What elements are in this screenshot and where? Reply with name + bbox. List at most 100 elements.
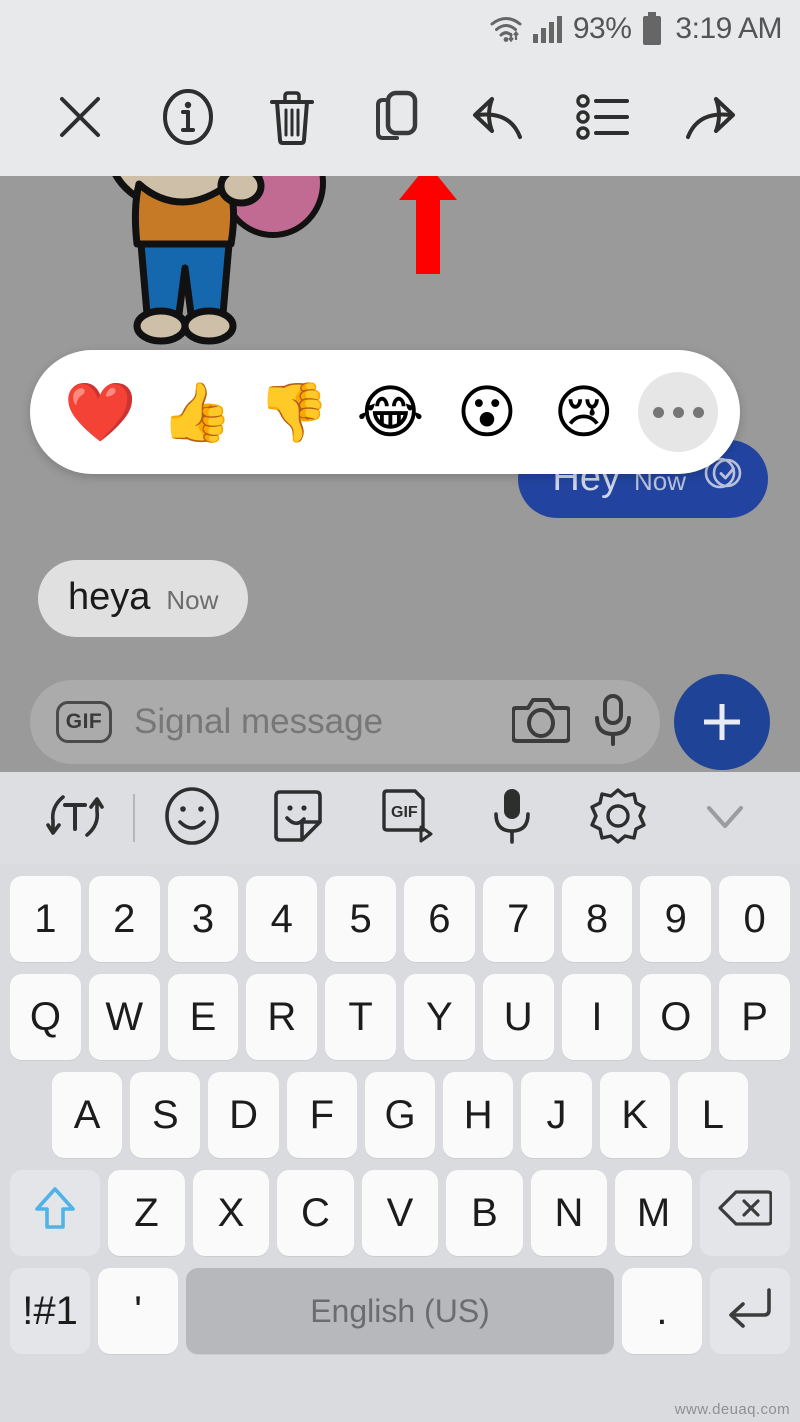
sticker-tool-button[interactable] (245, 786, 352, 851)
gif-icon: GIF (377, 786, 433, 851)
key-s[interactable]: S (130, 1072, 201, 1158)
period-key[interactable]: . (621, 1268, 702, 1354)
key-5[interactable]: 5 (325, 876, 396, 962)
key-9[interactable]: 9 (640, 876, 712, 962)
wifi-icon (489, 14, 523, 44)
key-4[interactable]: 4 (246, 876, 318, 962)
key-0[interactable]: 0 (719, 876, 790, 962)
forward-button[interactable] (656, 58, 760, 176)
status-bar: 93% 3:19 AM (0, 0, 800, 58)
key-3[interactable]: 3 (167, 876, 239, 962)
toolbar-divider (132, 794, 135, 842)
keyboard-row-numbers: 1 2 3 4 5 6 7 8 9 0 (4, 870, 796, 968)
key-2[interactable]: 2 (88, 876, 160, 962)
key-l[interactable]: L (677, 1072, 748, 1158)
key-c[interactable]: C (277, 1170, 354, 1256)
crying-reaction[interactable]: 😢 (535, 383, 632, 441)
laughing-reaction[interactable]: 😂 (342, 383, 439, 441)
on-screen-keyboard: G I F 1 2 3 4 5 6 7 8 9 0 Q W E R T Y U I … (0, 772, 800, 1422)
key-8[interactable]: 8 (561, 876, 633, 962)
dot-icon (672, 406, 684, 418)
gear-icon (589, 786, 647, 851)
key-q[interactable]: Q (10, 974, 81, 1060)
close-button[interactable] (40, 58, 136, 176)
key-j[interactable]: J (521, 1072, 592, 1158)
symbols-key[interactable]: !#1 (10, 1268, 91, 1354)
key-h[interactable]: H (443, 1072, 514, 1158)
voice-input-tool-button[interactable] (458, 786, 565, 851)
key-f[interactable]: F (286, 1072, 357, 1158)
cellular-signal-icon (532, 15, 563, 43)
incoming-message-bubble[interactable]: heya Now (38, 560, 249, 637)
camera-icon[interactable] (511, 696, 571, 749)
chevron-down-icon (701, 796, 749, 841)
compose-bar: GIF Signal message (0, 672, 800, 772)
action-toolbar (0, 58, 800, 176)
plus-icon (704, 704, 740, 740)
key-6[interactable]: 6 (404, 876, 475, 962)
key-o[interactable]: O (640, 974, 712, 1060)
info-circle-icon (161, 88, 215, 146)
shift-key[interactable] (9, 1170, 101, 1256)
reaction-picker-bar[interactable]: ❤️ 👍 👎 😂 😮 😢 (30, 350, 740, 474)
microphone-icon[interactable] (592, 693, 634, 751)
key-k[interactable]: K (599, 1072, 670, 1158)
key-z[interactable]: Z (108, 1170, 185, 1256)
battery-percent-label: 93% (572, 12, 632, 45)
message-input-field[interactable]: GIF Signal message (30, 680, 660, 764)
key-w[interactable]: W (88, 974, 160, 1060)
translate-tool-button[interactable] (22, 787, 129, 850)
close-icon (54, 91, 106, 143)
annotation-arrow-icon (395, 176, 461, 274)
thumbs-down-reaction[interactable]: 👎 (245, 383, 342, 441)
message-timestamp: Now (166, 585, 219, 615)
key-b[interactable]: B (446, 1170, 523, 1256)
battery-icon (641, 12, 663, 46)
key-x[interactable]: X (192, 1170, 270, 1256)
gif-tool-button[interactable]: GIF (352, 786, 459, 851)
apostrophe-key[interactable]: ' (98, 1268, 179, 1354)
surprised-reaction[interactable]: 😮 (439, 383, 536, 441)
backspace-key[interactable] (699, 1170, 791, 1256)
reply-arrow-icon (470, 91, 530, 143)
copy-button[interactable] (344, 58, 448, 176)
key-i[interactable]: I (561, 974, 633, 1060)
key-a[interactable]: A (52, 1072, 123, 1158)
key-v[interactable]: V (361, 1170, 439, 1256)
thumbs-up-reaction[interactable]: 👍 (149, 383, 246, 441)
delete-button[interactable] (240, 58, 344, 176)
reply-button[interactable] (448, 58, 552, 176)
bullet-list-icon (575, 94, 633, 140)
key-1[interactable]: 1 (10, 876, 81, 962)
attachment-add-button[interactable] (674, 674, 770, 770)
more-reactions-button[interactable] (638, 372, 719, 452)
key-r[interactable]: R (246, 974, 318, 1060)
emoji-tool-button[interactable] (139, 786, 246, 851)
key-n[interactable]: N (530, 1170, 608, 1256)
enter-key[interactable] (710, 1268, 791, 1354)
forward-arrow-icon (678, 91, 738, 143)
dot-icon (652, 406, 664, 418)
key-7[interactable]: 7 (482, 876, 554, 962)
key-g[interactable]: G (364, 1072, 436, 1158)
svg-text:GIF: GIF (391, 804, 418, 821)
clock-label: 3:19 AM (675, 12, 782, 45)
copy-icon (369, 88, 423, 146)
key-e[interactable]: E (167, 974, 239, 1060)
microphone-icon (489, 786, 535, 851)
details-button[interactable] (552, 58, 656, 176)
keyboard-settings-tool-button[interactable] (565, 786, 672, 851)
backspace-icon (718, 1188, 773, 1238)
key-y[interactable]: Y (404, 974, 475, 1060)
key-d[interactable]: D (208, 1072, 279, 1158)
key-p[interactable]: P (719, 974, 790, 1060)
space-key[interactable]: English (US) (186, 1268, 614, 1354)
info-button[interactable] (136, 58, 240, 176)
key-u[interactable]: U (482, 974, 554, 1060)
heart-reaction[interactable]: ❤️ (52, 383, 149, 441)
translate-icon (45, 787, 105, 850)
gif-icon[interactable]: GIF (56, 701, 112, 743)
collapse-keyboard-button[interactable] (671, 796, 778, 841)
key-m[interactable]: M (615, 1170, 692, 1256)
key-t[interactable]: T (325, 974, 396, 1060)
